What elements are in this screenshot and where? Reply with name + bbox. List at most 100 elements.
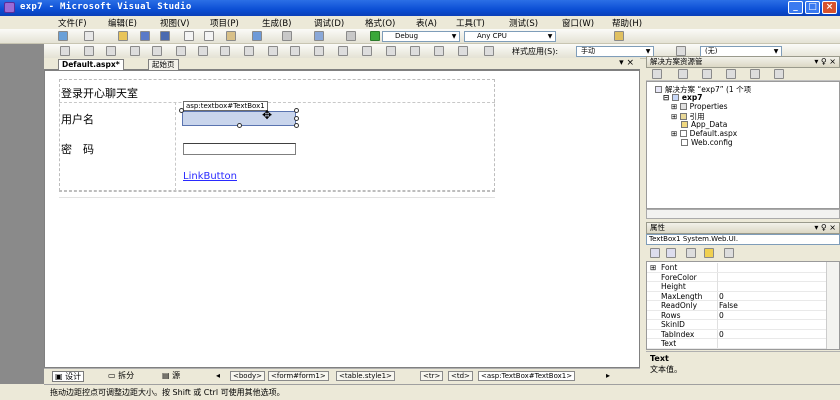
password-textbox[interactable] [183, 143, 296, 155]
h-spacing-icon[interactable] [268, 46, 278, 56]
style-application-select[interactable]: 手动 ▼ [576, 46, 654, 57]
property-grid-scrollbar[interactable] [826, 262, 839, 349]
minimize-button[interactable]: _ [788, 1, 803, 14]
properties-view-icon[interactable] [686, 248, 696, 258]
lock-controls-icon[interactable] [410, 46, 420, 56]
format-icon[interactable] [484, 46, 494, 56]
alphabetical-icon[interactable] [666, 248, 676, 258]
property-row[interactable]: Height [647, 282, 827, 292]
menu-view[interactable]: 视图(V) [160, 17, 189, 29]
source-view-button[interactable]: ▤ 源 [160, 371, 182, 382]
breadcrumb-next-icon[interactable]: ▸ [604, 371, 612, 382]
property-row[interactable]: SkinID [647, 320, 827, 330]
categorized-icon[interactable] [650, 248, 660, 258]
properties-object-select[interactable]: TextBox1 System.Web.UI. [646, 234, 840, 245]
breadcrumb-tr[interactable]: <tr> [420, 371, 444, 381]
property-row[interactable]: TabIndex 0 [647, 329, 827, 339]
same-size-icon[interactable] [244, 46, 254, 56]
copy-icon[interactable] [204, 31, 214, 41]
menu-test[interactable]: 测试(S) [509, 17, 538, 29]
new-project-icon[interactable] [58, 31, 68, 41]
design-surface[interactable]: 登录开心聊天室 用户名 密 码 asp:textbox#TextBox1 ✥ L… [44, 70, 640, 368]
events-icon[interactable] [704, 248, 714, 258]
properties-icon[interactable] [652, 69, 662, 79]
bring-front-icon[interactable] [362, 46, 372, 56]
expand-icon[interactable]: ⊞ [650, 263, 656, 272]
save-icon[interactable] [140, 31, 150, 41]
tree-item-project[interactable]: ⊟ exp7 [663, 93, 702, 102]
paste-icon[interactable] [226, 31, 236, 41]
tab-start-page[interactable]: 起始页 [148, 59, 179, 70]
tab-order-icon[interactable] [434, 46, 444, 56]
breadcrumb-td[interactable]: <td> [448, 371, 473, 381]
property-row[interactable]: Text [647, 339, 827, 349]
find-icon[interactable] [614, 31, 624, 41]
menu-debug[interactable]: 调试(D) [314, 17, 344, 29]
menu-table[interactable]: 表(A) [416, 17, 437, 29]
navigate-icon[interactable] [314, 31, 324, 41]
configuration-select[interactable]: Debug ▼ [382, 31, 460, 42]
property-row[interactable]: Rows 0 [647, 310, 827, 320]
nav-forward-icon[interactable] [346, 31, 356, 41]
tab-default-aspx[interactable]: Default.aspx* [58, 59, 124, 70]
platform-select[interactable]: Any CPU ▼ [464, 31, 556, 42]
tab-close-controls[interactable]: ▾ × [619, 58, 634, 68]
menu-format[interactable]: 格式(O) [365, 17, 395, 29]
show-all-files-icon[interactable] [678, 69, 688, 79]
tree-item-web-config[interactable]: Web.config [681, 138, 733, 147]
tree-item-default-aspx[interactable]: ⊞ Default.aspx [671, 129, 737, 138]
tree-item-app-data[interactable]: App_Data [681, 120, 727, 129]
maximize-button[interactable]: □ [805, 1, 820, 14]
refresh-icon[interactable] [702, 69, 712, 79]
center-h-icon[interactable] [314, 46, 324, 56]
panel-pin-controls[interactable]: ▾ ♀ × [814, 223, 836, 233]
align-right-icon[interactable] [106, 46, 116, 56]
menu-project[interactable]: 项目(P) [210, 17, 239, 29]
align-left-icon[interactable] [60, 46, 70, 56]
resize-handle[interactable] [237, 123, 242, 128]
link-button[interactable]: LinkButton [183, 171, 237, 182]
property-row[interactable]: ForeColor [647, 272, 827, 282]
menu-tools[interactable]: 工具(T) [456, 17, 485, 29]
grid-icon[interactable] [458, 46, 468, 56]
breadcrumb-table[interactable]: <table.style1> [336, 371, 395, 381]
resize-handle[interactable] [294, 116, 299, 121]
menu-build[interactable]: 生成(B) [262, 17, 291, 29]
cut-icon[interactable] [184, 31, 194, 41]
same-height-icon[interactable] [220, 46, 230, 56]
property-pages-icon[interactable] [724, 248, 734, 258]
panel-pin-controls[interactable]: ▾ ♀ × [814, 57, 836, 67]
align-bottom-icon[interactable] [176, 46, 186, 56]
align-top-icon[interactable] [130, 46, 140, 56]
undo-icon[interactable] [252, 31, 262, 41]
design-view-button[interactable]: ▣ 设计 [52, 371, 85, 382]
menu-edit[interactable]: 编辑(E) [108, 17, 137, 29]
property-row[interactable]: ⊞ Font [647, 263, 827, 273]
align-center-icon[interactable] [84, 46, 94, 56]
tree-item-properties[interactable]: ⊞ Properties [671, 102, 728, 111]
redo-icon[interactable] [282, 31, 292, 41]
property-row[interactable]: MaxLength 0 [647, 291, 827, 301]
split-view-button[interactable]: ▭ 拆分 [106, 371, 136, 382]
close-button[interactable]: × [822, 1, 837, 14]
center-v-icon[interactable] [338, 46, 348, 56]
menu-file[interactable]: 文件(F) [58, 17, 87, 29]
v-spacing-icon[interactable] [290, 46, 300, 56]
breadcrumb-form[interactable]: <form#form1> [268, 371, 329, 381]
align-middle-icon[interactable] [152, 46, 162, 56]
property-row[interactable]: ReadOnly False [647, 301, 827, 311]
menu-window[interactable]: 窗口(W) [562, 17, 594, 29]
menu-help[interactable]: 帮助(H) [612, 17, 642, 29]
open-folder-icon[interactable] [118, 31, 128, 41]
view-designer-icon[interactable] [750, 69, 760, 79]
resize-handle[interactable] [294, 108, 299, 113]
target-rule-icon[interactable] [676, 46, 686, 56]
breadcrumb-back-icon[interactable]: ◂ [214, 371, 222, 382]
add-item-icon[interactable] [84, 31, 94, 41]
send-back-icon[interactable] [386, 46, 396, 56]
breadcrumb-body[interactable]: <body> [230, 371, 266, 381]
save-all-icon[interactable] [160, 31, 170, 41]
solution-horizontal-scrollbar[interactable] [646, 209, 840, 219]
same-width-icon[interactable] [198, 46, 208, 56]
breadcrumb-textbox[interactable]: <asp:TextBox#TextBox1> [478, 371, 576, 381]
